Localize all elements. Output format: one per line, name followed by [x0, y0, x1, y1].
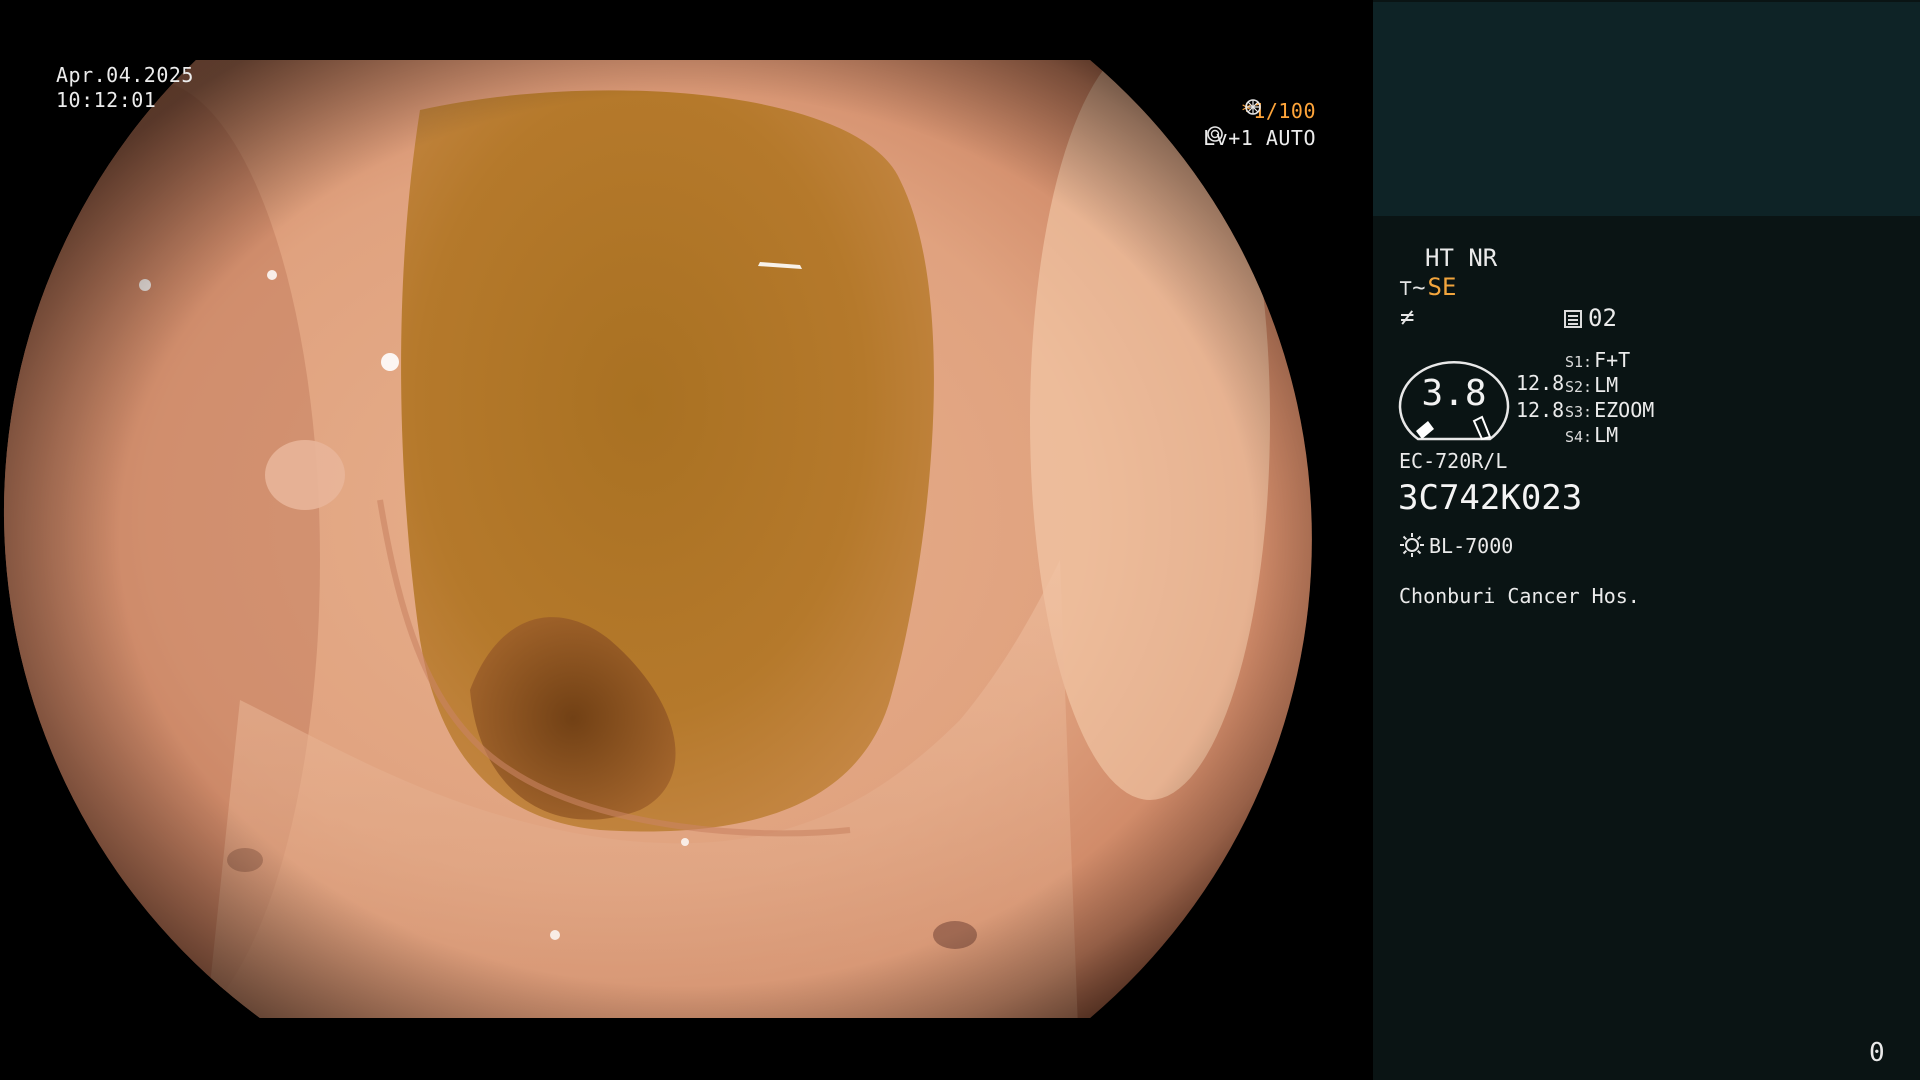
- switch-key: S3:: [1565, 403, 1593, 421]
- switch-key: S4:: [1565, 428, 1593, 446]
- light-source: BL-7000: [1399, 532, 1513, 559]
- light-source-text: BL-7000: [1429, 534, 1514, 558]
- switch-3: S3: EZOOM: [1565, 398, 1654, 424]
- sun-icon: [1400, 533, 1424, 557]
- record-count: 02: [1564, 305, 1617, 331]
- thumbnail-area: [1373, 2, 1920, 216]
- time-text: 10:12:01: [56, 88, 157, 112]
- enhance-symbol: ⊤~: [1399, 276, 1426, 301]
- iris-readout: Lv+1 AUTO: [1203, 126, 1316, 151]
- date-text: Apr.04.2025: [56, 63, 194, 87]
- scope-serial: 3C742K023: [1398, 478, 1583, 518]
- mode-label: HT NR: [1425, 244, 1498, 272]
- switch-1: S1: F+T: [1565, 348, 1630, 374]
- hospital-name: Chonburi Cancer Hos.: [1399, 584, 1640, 608]
- switch-value: EZOOM: [1594, 398, 1655, 422]
- date-time-stamp: Apr.04.2025 10:12:01: [56, 63, 194, 113]
- switch-key: S1:: [1565, 353, 1593, 371]
- shutter-readout: *1/100: [1241, 99, 1316, 124]
- record-list-icon: [1564, 310, 1582, 328]
- endoscopic-image: Apr.04.2025 10:12:01 *1/100 Lv+1 AUTO: [0, 0, 1373, 1080]
- contrast-bottom: 12.8: [1516, 398, 1565, 422]
- switch-4: S4: LM: [1565, 423, 1618, 449]
- contrast-top: 12.8: [1516, 371, 1565, 395]
- info-panel: HT NR ⊤~SE ≠ 02 3.8 12.8 12.8 S1: F+T S2:…: [1373, 0, 1920, 1080]
- fh-symbol: ≠: [1400, 303, 1415, 331]
- iris-icon: [1207, 126, 1223, 142]
- enhance-label: ⊤~SE: [1399, 274, 1456, 302]
- enhance-value: SE: [1427, 273, 1457, 301]
- image-counter: 0: [1869, 1038, 1885, 1068]
- switch-value: LM: [1594, 373, 1619, 397]
- switch-value: F+T: [1594, 348, 1631, 372]
- zoom-value: 3.8: [1421, 373, 1487, 414]
- switch-key: S2:: [1565, 378, 1593, 396]
- scope-model: EC-720R/L: [1399, 449, 1508, 473]
- shutter-icon: [1244, 99, 1261, 115]
- switch-2: S2: LM: [1565, 373, 1618, 399]
- switch-value: LM: [1594, 423, 1619, 447]
- record-value: 02: [1588, 304, 1617, 332]
- lumen-photo: [3, 60, 1312, 1018]
